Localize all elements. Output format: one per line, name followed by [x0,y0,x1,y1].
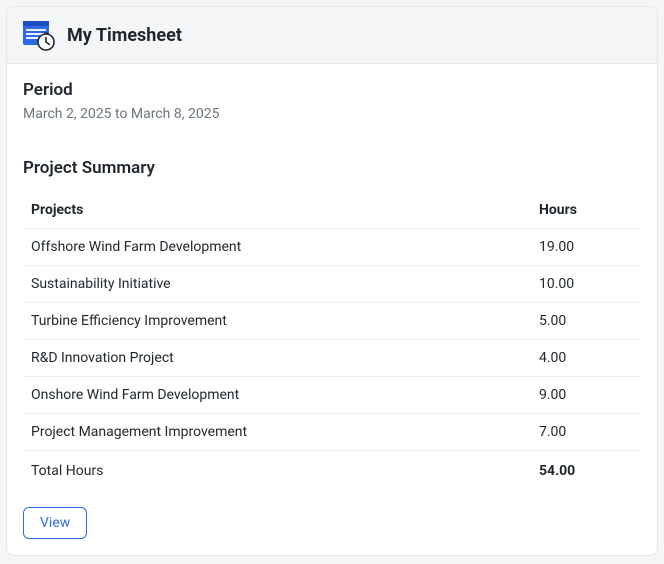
table-row: Project Management Improvement 7.00 [23,414,641,451]
table-row: R&D Innovation Project 4.00 [23,340,641,377]
timesheet-card: My Timesheet Period March 2, 2025 to Mar… [6,6,658,556]
project-cell: R&D Innovation Project [23,340,531,377]
card-body: Period March 2, 2025 to March 8, 2025 Pr… [7,64,657,555]
project-summary-heading: Project Summary [23,158,641,178]
table-header-row: Projects Hours [23,192,641,229]
table-body: Offshore Wind Farm Development 19.00 Sus… [23,229,641,490]
project-cell: Onshore Wind Farm Development [23,377,531,414]
timesheet-icon [23,19,55,51]
total-row: Total Hours 54.00 [23,451,641,490]
hours-cell: 19.00 [531,229,641,266]
project-cell: Project Management Improvement [23,414,531,451]
table-row: Turbine Efficiency Improvement 5.00 [23,303,641,340]
table-row: Offshore Wind Farm Development 19.00 [23,229,641,266]
view-button[interactable]: View [23,507,87,539]
card-title: My Timesheet [67,25,182,46]
hours-cell: 7.00 [531,414,641,451]
hours-cell: 4.00 [531,340,641,377]
project-cell: Offshore Wind Farm Development [23,229,531,266]
total-label: Total Hours [23,451,531,490]
card-header: My Timesheet [7,7,657,64]
hours-cell: 10.00 [531,266,641,303]
table-row: Sustainability Initiative 10.00 [23,266,641,303]
project-cell: Sustainability Initiative [23,266,531,303]
table-row: Onshore Wind Farm Development 9.00 [23,377,641,414]
col-header-projects: Projects [23,192,531,229]
hours-cell: 5.00 [531,303,641,340]
period-label: Period [23,80,641,100]
period-value: March 2, 2025 to March 8, 2025 [23,106,641,122]
project-cell: Turbine Efficiency Improvement [23,303,531,340]
col-header-hours: Hours [531,192,641,229]
hours-cell: 9.00 [531,377,641,414]
actions-row: View [23,507,641,539]
total-hours: 54.00 [531,451,641,490]
project-summary-table: Projects Hours Offshore Wind Farm Develo… [23,192,641,489]
